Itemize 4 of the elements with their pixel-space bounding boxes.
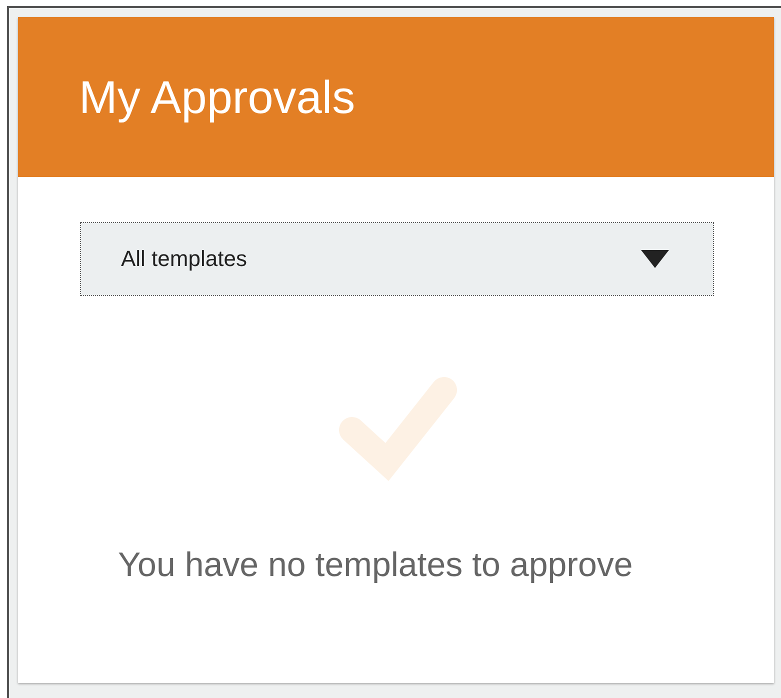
card-title: My Approvals <box>79 70 356 124</box>
dropdown-caret-icon <box>641 250 669 268</box>
template-dropdown[interactable]: All templates <box>80 222 714 296</box>
empty-message: You have no templates to approve <box>118 546 633 585</box>
